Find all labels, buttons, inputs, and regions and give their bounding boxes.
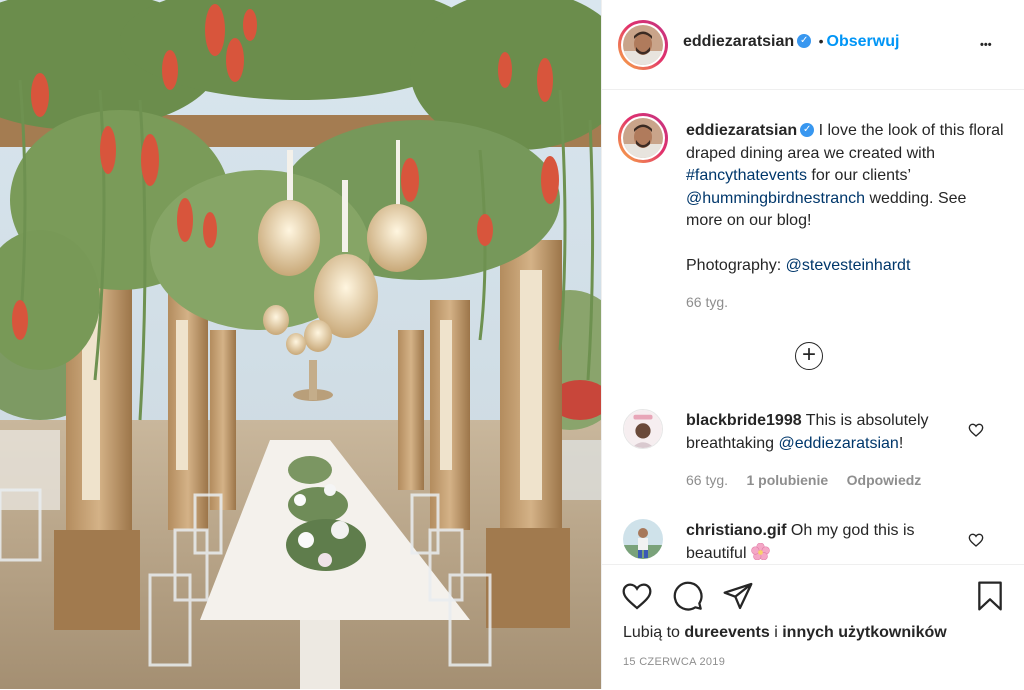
cherry-blossom-emoji-icon: [751, 542, 770, 560]
liker-username[interactable]: dureevents: [684, 624, 769, 641]
post-image[interactable]: [0, 0, 601, 689]
likes-middle: i: [774, 624, 778, 641]
post-header: eddiezaratsian ✓ • Obserwuj •••: [602, 0, 1024, 90]
comment-likes[interactable]: 1 polubienie: [746, 472, 828, 488]
author-avatar[interactable]: [618, 20, 668, 70]
avatar-image: [623, 118, 663, 158]
follow-button[interactable]: Obserwuj: [827, 33, 900, 50]
commenter-avatar[interactable]: [623, 409, 663, 449]
caption-time[interactable]: 66 tyg.: [686, 291, 1006, 314]
post-panel: eddiezaratsian ✓ • Obserwuj ••• eddiezarat…: [601, 0, 1024, 689]
comments-section[interactable]: eddiezaratsian ✓ I love the look of this …: [602, 91, 1024, 564]
avatar-image: [623, 519, 663, 559]
verified-badge-icon: ✓: [797, 33, 812, 48]
avatar-image: [624, 410, 662, 448]
post-date[interactable]: 15 CZERWCA 2019: [623, 656, 725, 668]
caption-username[interactable]: eddiezaratsian: [686, 122, 797, 139]
load-more-comments-button[interactable]: +: [795, 342, 823, 370]
author-username[interactable]: eddiezaratsian: [683, 33, 794, 50]
separator-dot: •: [818, 33, 824, 49]
post-actions: Lubią to dureevents i innych użytkownikó…: [602, 564, 1024, 690]
post-caption: eddiezaratsian ✓ I love the look of this …: [686, 120, 1006, 314]
comment-bubble-icon[interactable]: [672, 580, 704, 612]
comment-username[interactable]: blackbride1998: [686, 412, 802, 429]
comment-like-heart-icon[interactable]: [968, 532, 984, 548]
like-heart-icon[interactable]: [621, 580, 653, 612]
comment-item: blackbride1998 This is absolutely breath…: [686, 410, 976, 493]
caption-photographer-link[interactable]: @stevesteinhardt: [786, 257, 911, 274]
caption-mention-link[interactable]: @hummingbirdnestranch: [686, 190, 865, 207]
verified-badge-icon: ✓: [800, 122, 815, 137]
likes-others-link[interactable]: innych użytkowników: [782, 624, 946, 641]
share-paper-plane-icon[interactable]: [722, 580, 754, 612]
more-options-icon[interactable]: •••: [980, 34, 1002, 56]
caption-hashtag-link[interactable]: #fancythatevents: [686, 167, 807, 184]
comment-mention-link[interactable]: @eddiezaratsian: [779, 435, 899, 452]
avatar-image: [623, 25, 663, 65]
post-photo-illustration: [0, 0, 601, 689]
caption-avatar[interactable]: [618, 113, 668, 163]
save-bookmark-icon[interactable]: [974, 580, 1006, 612]
caption-photo-label: Photography:: [686, 256, 782, 274]
comment-reply-button[interactable]: Odpowiedz: [847, 472, 922, 488]
commenter-avatar[interactable]: [623, 519, 663, 559]
comment-username[interactable]: christiano.gif: [686, 522, 786, 539]
likes-summary: Lubią to dureevents i innych użytkownikó…: [623, 624, 947, 642]
caption-text-2: for our clients’: [811, 167, 911, 184]
comment-text-end: !: [898, 434, 904, 452]
comment-like-heart-icon[interactable]: [968, 422, 984, 438]
comment-time[interactable]: 66 tyg.: [686, 472, 728, 488]
comment-item: christiano.gif Oh my god this is beautif…: [686, 520, 976, 564]
likes-prefix: Lubią to: [623, 624, 680, 641]
